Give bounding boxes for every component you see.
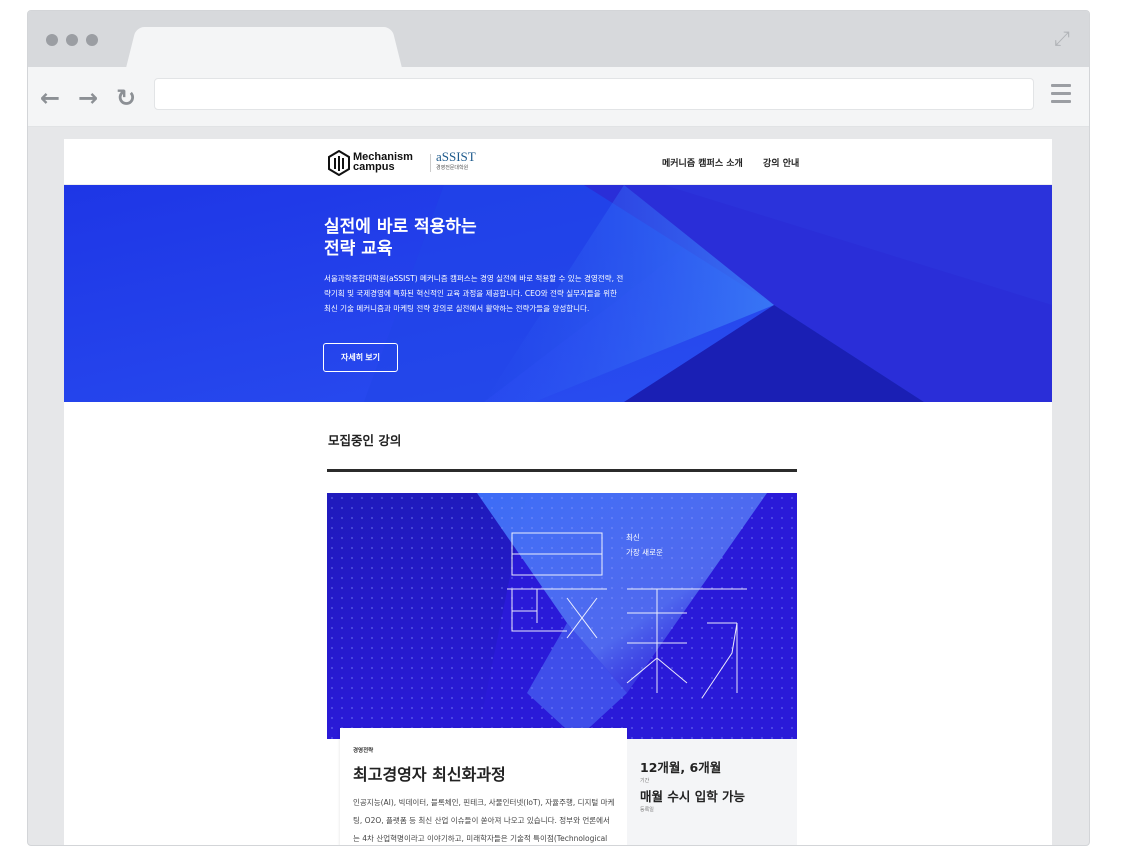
logo-line-2: campus	[353, 161, 395, 173]
browser-window: ⤢ ← → ↻ Mechanism campus aSSIST 경영전문대학원 …	[27, 10, 1090, 846]
reload-icon[interactable]: ↻	[112, 84, 140, 112]
course-duration-label: 기간	[640, 778, 650, 784]
mechanism-logo-icon	[328, 150, 350, 176]
hero-title: 실전에 바로 적용하는 전략 교육	[324, 216, 554, 260]
hero-title-line-2: 전략 교육	[324, 239, 393, 259]
assist-logo-text: aSSIST	[436, 149, 476, 164]
site-header: Mechanism campus aSSIST 경영전문대학원 메커니즘 캠퍼스…	[64, 139, 1052, 185]
window-dot-3[interactable]	[86, 34, 98, 46]
course-card-info[interactable]: 경영전략 최고경영자 최신화과정 인공지능(AI), 빅데이터, 블록체인, 핀…	[340, 728, 627, 845]
course-card-image[interactable]: 최신 가장 새로운	[327, 493, 797, 739]
assist-logo: aSSIST 경영전문대학원	[436, 150, 476, 172]
assist-logo-subtext: 경영전문대학원	[436, 165, 469, 171]
hero-title-line-1: 실전에 바로 적용하는	[324, 217, 477, 237]
hamburger-menu-icon[interactable]	[1051, 84, 1071, 108]
browser-titlebar: ⤢	[28, 11, 1089, 69]
browser-tab[interactable]	[140, 27, 388, 69]
logo-wordmark: Mechanism campus	[353, 152, 413, 173]
image-tag-latest: 최신	[626, 533, 640, 542]
hero-banner: 실전에 바로 적용하는 전략 교육 서울과학종합대학원(aSSIST) 메커니즘…	[64, 185, 1052, 402]
course-artwork	[327, 493, 797, 739]
nav-link-about[interactable]: 메커니즘 캠퍼스 소개	[662, 156, 743, 169]
back-arrow-icon[interactable]: ←	[36, 84, 64, 112]
course-enroll-label: 등록일	[640, 807, 654, 813]
address-bar[interactable]	[154, 78, 1034, 110]
section-title: 모집중인 강의	[328, 433, 402, 448]
browser-toolbar: ← → ↻	[28, 67, 1089, 127]
window-dot-2[interactable]	[66, 34, 78, 46]
course-description: 인공지능(AI), 빅데이터, 블록체인, 핀테크, 사물인터넷(IoT), 자…	[353, 798, 615, 843]
hero-description: 서울과학종합대학원(aSSIST) 메커니즘 캠퍼스는 경영 실전에 바로 적용…	[324, 274, 624, 313]
course-details: 12개월, 6개월 기간 매월 수시 입학 가능 등록일	[627, 739, 797, 845]
logo-divider	[430, 154, 431, 172]
page-viewport: Mechanism campus aSSIST 경영전문대학원 메커니즘 캠퍼스…	[64, 139, 1052, 845]
expand-icon[interactable]: ⤢	[1051, 27, 1073, 49]
course-enroll-value: 매월 수시 입학 가능	[640, 789, 746, 804]
course-category: 경영전략	[353, 748, 374, 754]
course-duration-value: 12개월, 6개월	[640, 760, 722, 775]
section-divider	[327, 469, 797, 472]
course-title[interactable]: 최고경영자 최신화과정	[353, 761, 506, 785]
image-tag-newest: 가장 새로운	[626, 548, 663, 557]
nav-link-courses[interactable]: 강의 안내	[763, 156, 799, 169]
forward-arrow-icon[interactable]: →	[74, 84, 102, 112]
window-dot-1[interactable]	[46, 34, 58, 46]
more-details-button[interactable]: 자세히 보기	[323, 343, 398, 372]
